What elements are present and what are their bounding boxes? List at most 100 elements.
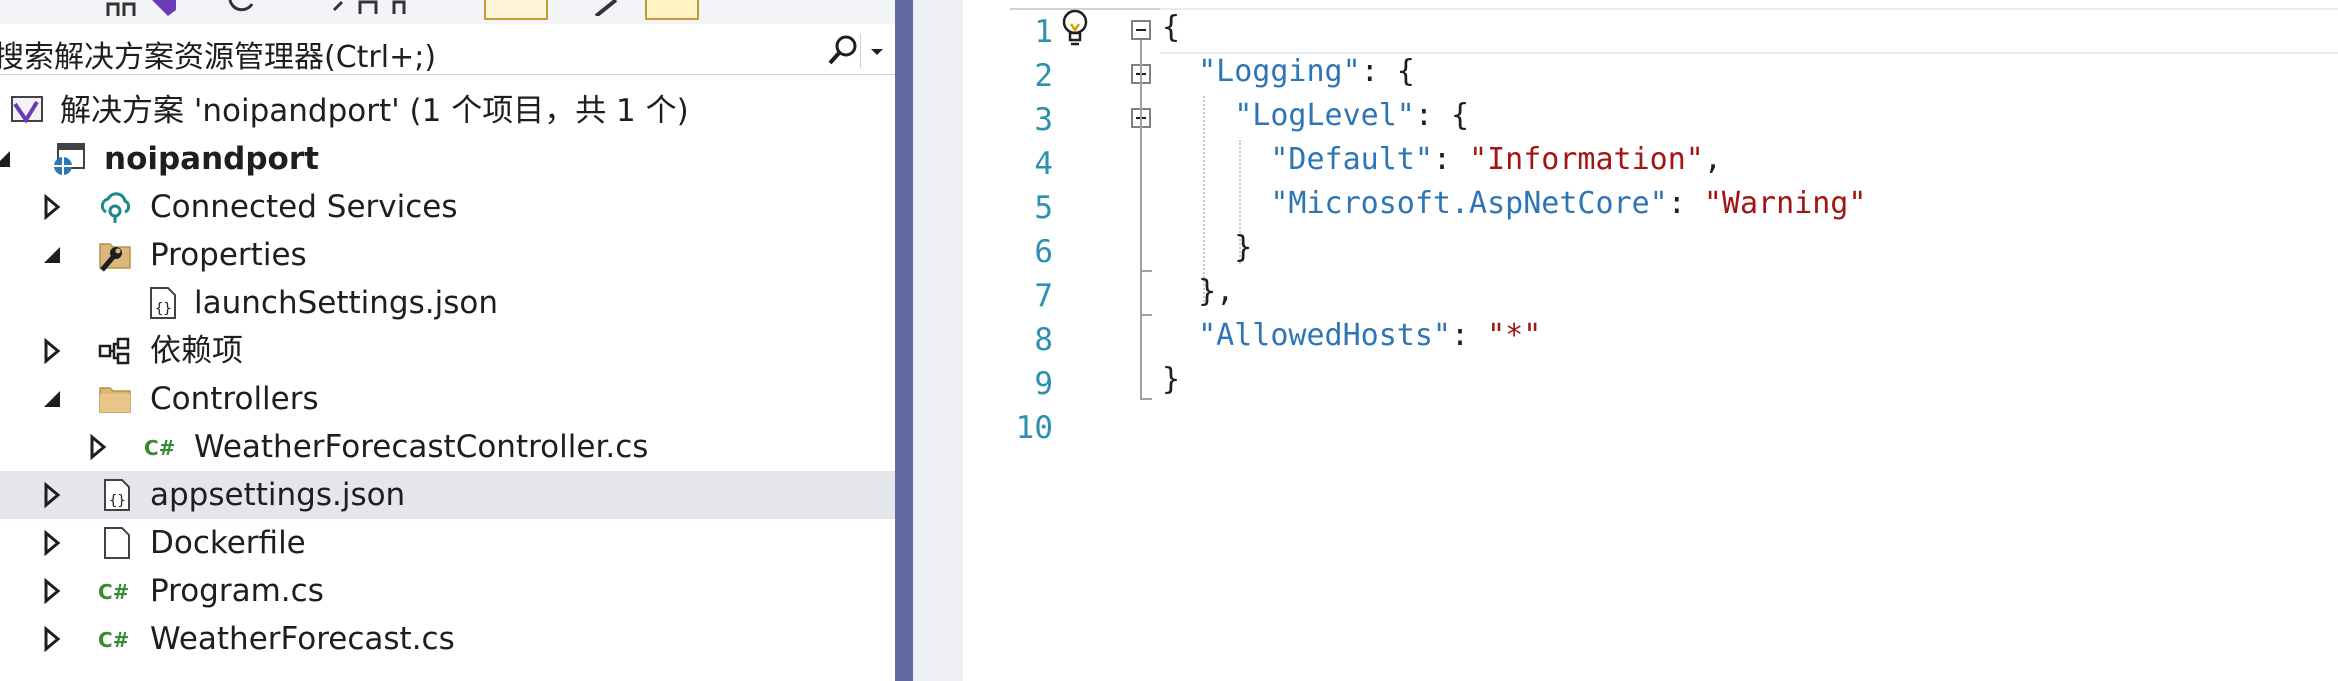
preview-toggle-button[interactable] (645, 0, 699, 20)
json-punctuation (1162, 54, 1198, 89)
json-punctuation: }, (1162, 274, 1235, 309)
tree-row-connected-services[interactable]: Connected Services (0, 183, 895, 231)
folder-icon (99, 387, 131, 413)
home-icon[interactable] (104, 0, 144, 16)
tree-row-weatherforecast[interactable]: C# WeatherForecast.cs (0, 615, 895, 663)
json-string: "Information" (1469, 142, 1704, 177)
tree-item-label: Connected Services (150, 189, 458, 225)
tree-row-launchsettings[interactable]: {} launchSettings.json (0, 279, 895, 327)
chevron-down-icon[interactable] (860, 34, 893, 68)
expanded-arrow-icon[interactable] (36, 239, 68, 271)
collapse-all-icon[interactable] (330, 0, 410, 16)
collapsed-arrow-icon[interactable] (36, 527, 68, 559)
collapsed-arrow-icon[interactable] (36, 479, 68, 511)
properties-icon[interactable] (590, 0, 630, 16)
outline-bar (1140, 314, 1152, 316)
collapsed-arrow-icon[interactable] (36, 623, 68, 655)
json-key: "AllowedHosts" (1198, 318, 1451, 353)
solution-icon (11, 96, 43, 124)
tree-row-weatherforecastcontroller[interactable]: C# WeatherForecastController.cs (0, 423, 895, 471)
collapsed-arrow-icon[interactable] (82, 431, 114, 463)
svg-text:{}: {} (109, 493, 126, 509)
json-punctuation: : { (1414, 98, 1470, 133)
properties-folder-icon (99, 243, 131, 272)
tree-item-label: Controllers (150, 381, 319, 417)
csharp-file-icon: C# (144, 436, 175, 460)
current-line-highlight (1160, 8, 2338, 54)
tree-row-properties[interactable]: Properties (0, 231, 895, 279)
code-line-7[interactable]: }, (1162, 270, 1234, 314)
lightbulb-icon[interactable] (1058, 8, 1092, 48)
csharp-file-icon: C# (98, 628, 129, 652)
json-punctuation (1162, 142, 1270, 177)
json-key: "Microsoft.AspNetCore" (1270, 186, 1668, 221)
code-line-3[interactable]: "LogLevel": { (1162, 94, 1469, 138)
outline-bar (1140, 398, 1152, 400)
json-file-icon: {} (104, 479, 130, 511)
json-key: "Logging" (1198, 54, 1361, 89)
json-string: "Warning" (1703, 186, 1867, 221)
tree-row-program[interactable]: C# Program.cs (0, 567, 895, 615)
tree-item-label: 依赖项 (150, 333, 243, 369)
collapsed-arrow-icon[interactable] (36, 191, 68, 223)
web-project-icon (54, 143, 85, 175)
tree-row-project[interactable]: noipandport (0, 135, 895, 183)
collapse-region-icon[interactable] (1131, 20, 1151, 40)
expanded-arrow-icon[interactable] (0, 143, 18, 175)
search-icon[interactable] (826, 33, 860, 67)
line-number: 8 (1034, 322, 1053, 358)
tree-item-label: Program.cs (150, 573, 324, 609)
collapsed-arrow-icon[interactable] (36, 575, 68, 607)
show-all-files-button[interactable] (484, 0, 548, 20)
tree-item-label: Properties (150, 237, 307, 273)
json-punctuation: : (1667, 186, 1704, 221)
json-punctuation: : (1451, 318, 1488, 353)
tree-row-appsettings[interactable]: {} appsettings.json (0, 471, 895, 519)
line-number: 1 (1034, 14, 1053, 50)
code-line-9[interactable]: } (1162, 358, 1180, 402)
tree-row-dockerfile[interactable]: Dockerfile (0, 519, 895, 567)
line-number: 10 (1015, 410, 1053, 446)
code-line-1[interactable]: { (1162, 6, 1180, 50)
json-punctuation: , (1703, 142, 1722, 177)
tree-item-label: launchSettings.json (194, 285, 498, 321)
svg-text:C#: C# (144, 436, 175, 460)
code-line-2[interactable]: "Logging": { (1162, 50, 1415, 94)
file-icon (104, 527, 130, 559)
sync-icon[interactable] (226, 0, 256, 16)
collapsed-arrow-icon[interactable] (36, 335, 68, 367)
search-input[interactable]: 搜索解决方案资源管理器(Ctrl+;) (0, 32, 436, 76)
json-punctuation: : { (1360, 54, 1415, 89)
json-punctuation: } (1162, 230, 1253, 265)
line-number: 5 (1034, 190, 1053, 226)
solution-label: 解决方案 'noipandport' (1 个项目，共 1 个) (60, 93, 689, 129)
solution-explorer: 搜索解决方案资源管理器(Ctrl+;) 解决方案 'noipandport' (… (0, 0, 895, 681)
tree-row-dependencies[interactable]: 依赖项 (0, 327, 895, 375)
outline-bar (1140, 270, 1152, 272)
json-key: "LogLevel" (1234, 98, 1415, 133)
json-key: "Default" (1270, 142, 1433, 177)
panel-splitter[interactable] (895, 0, 913, 681)
json-punctuation: { (1162, 10, 1181, 45)
line-number: 4 (1034, 146, 1053, 182)
json-punctuation (1162, 98, 1234, 133)
line-number: 6 (1034, 234, 1053, 270)
json-punctuation: : (1432, 142, 1470, 177)
code-line-8[interactable]: "AllowedHosts": "*" (1162, 314, 1541, 358)
tree-item-label: Dockerfile (150, 525, 306, 561)
svg-text:C#: C# (98, 580, 129, 604)
code-editor[interactable]: 1 2 3 4 5 6 7 8 9 10 { "Logging": { "Log… (963, 0, 2338, 681)
code-line-6[interactable]: } (1162, 226, 1252, 270)
visual-studio-icon[interactable] (148, 0, 178, 16)
search-box[interactable]: 搜索解决方案资源管理器(Ctrl+;) (0, 24, 895, 75)
line-number: 3 (1034, 102, 1053, 138)
svg-text:C#: C# (98, 628, 129, 652)
tree-row-controllers[interactable]: Controllers (0, 375, 895, 423)
tree-row-solution[interactable]: 解决方案 'noipandport' (1 个项目，共 1 个) (0, 87, 895, 135)
code-line-4[interactable]: "Default": "Information", (1162, 138, 1722, 182)
outline-bar (1140, 128, 1142, 272)
json-punctuation (1162, 186, 1270, 221)
explorer-toolbar (0, 0, 895, 25)
expanded-arrow-icon[interactable] (36, 383, 68, 415)
code-line-5[interactable]: "Microsoft.AspNetCore": "Warning" (1162, 182, 1866, 226)
